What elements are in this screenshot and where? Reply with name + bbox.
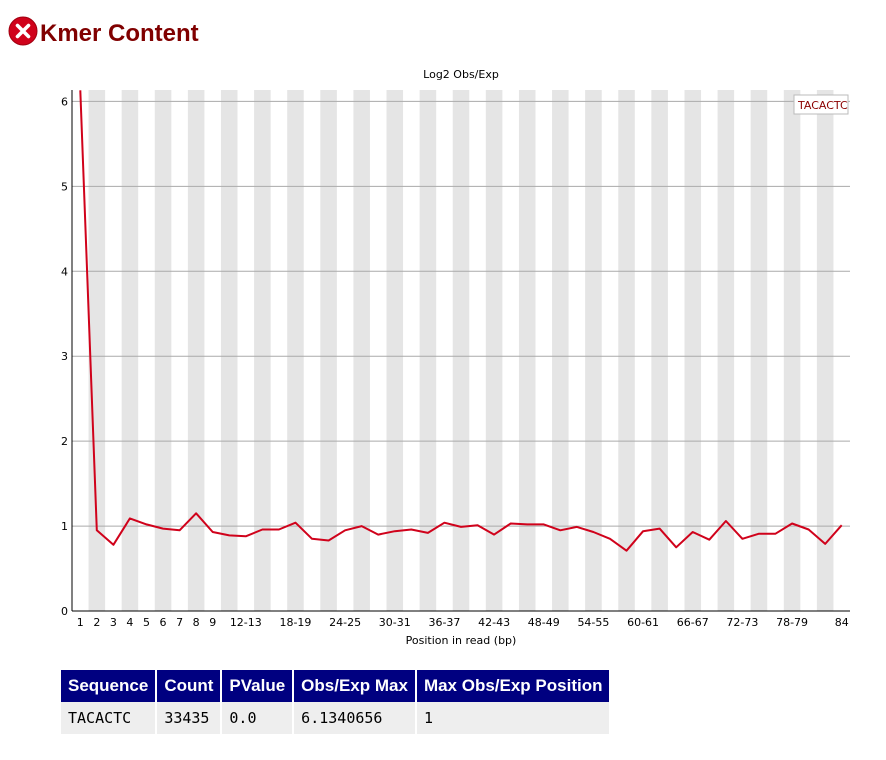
page-title: Kmer Content xyxy=(40,20,199,47)
x-axis-label: Position in read (bp) xyxy=(406,634,517,647)
column-header: Obs/Exp Max xyxy=(293,670,417,702)
x-tick-label: 9 xyxy=(209,616,216,629)
table-cell-pvalue: 0.0 xyxy=(221,702,295,734)
table-cell-count: 33435 xyxy=(156,702,223,734)
grid-band xyxy=(320,90,337,611)
x-tick-label: 6 xyxy=(160,616,167,629)
grid-band xyxy=(154,90,172,611)
grid-band xyxy=(353,90,370,611)
x-tick-labels: 1 2 3 4 5 6 7 8 9 12-13 18-19 24-25 30-31 36-37 42-43 4… xyxy=(77,616,849,629)
x-tick-label: 24-25 xyxy=(329,616,361,629)
column-header: Sequence xyxy=(61,670,158,702)
x-tick-label: 60-61 xyxy=(627,616,659,629)
y-tick-label: 0 xyxy=(61,605,68,618)
x-tick-label: 1 xyxy=(77,616,84,629)
y-tick-label: 2 xyxy=(61,435,68,448)
grid-band xyxy=(518,90,536,611)
legend-entry: TACACTC xyxy=(797,99,848,112)
x-tick-label: 54-55 xyxy=(577,616,609,629)
fail-icon xyxy=(8,16,38,46)
grid-band xyxy=(783,90,801,611)
grid-band xyxy=(220,90,238,611)
x-tick-label: 78-79 xyxy=(776,616,808,629)
y-tick-labels: 0 1 2 3 4 5 6 xyxy=(61,95,68,618)
table-header-row: Sequence Count PValue Obs/Exp Max Max Ob… xyxy=(61,670,612,702)
x-tick-label: 36-37 xyxy=(428,616,460,629)
chart-title: Log2 Obs/Exp xyxy=(423,68,499,81)
kmer-content-chart: 0123456 1 2 3 4 5 6 7 8 9 12-13 18-19 24-25 30-31 36-… xyxy=(61,68,850,647)
table-cell-sequence: TACACTC xyxy=(61,702,158,734)
grid-band xyxy=(121,90,139,611)
alternating-bands xyxy=(88,90,834,611)
x-tick-label: 72-73 xyxy=(726,616,758,629)
x-tick-label: 8 xyxy=(193,616,200,629)
table-row: TACACTC 33435 0.0 6.1340656 1 xyxy=(61,702,612,734)
table-cell-max-position: 1 xyxy=(415,702,612,734)
column-header: PValue xyxy=(221,670,295,702)
column-header: Max Obs/Exp Position xyxy=(415,670,612,702)
x-tick-label: 30-31 xyxy=(379,616,411,629)
grid-band xyxy=(485,90,503,611)
table-cell-obs-exp-max: 6.1340656 xyxy=(293,702,417,734)
x-tick-label: 4 xyxy=(126,616,133,629)
report-header: Kmer Content xyxy=(8,14,199,48)
column-header: Count xyxy=(156,670,223,702)
y-tick-label: 3 xyxy=(61,350,68,363)
legend: TACACTC xyxy=(793,94,849,115)
x-tick-label: 3 xyxy=(110,616,117,629)
y-tick-label: 1 xyxy=(61,520,68,533)
x-tick-label: 66-67 xyxy=(677,616,709,629)
x-tick-label: 2 xyxy=(93,616,100,629)
x-tick-label: 12-13 xyxy=(230,616,262,629)
grid-band xyxy=(717,90,735,611)
y-tick-label: 5 xyxy=(61,180,68,193)
x-tick-label: 84 xyxy=(835,616,849,629)
y-tick-label: 6 xyxy=(61,95,68,108)
x-tick-label: 48-49 xyxy=(528,616,560,629)
grid-band xyxy=(552,90,569,611)
x-tick-label: 18-19 xyxy=(279,616,311,629)
grid-band xyxy=(618,90,635,611)
grid-band xyxy=(287,90,304,611)
grid-band xyxy=(187,90,205,611)
x-tick-label: 7 xyxy=(176,616,183,629)
kmer-table: Sequence Count PValue Obs/Exp Max Max Ob… xyxy=(61,670,612,734)
grid-band xyxy=(452,90,470,611)
grid-band xyxy=(651,90,668,611)
y-tick-label: 4 xyxy=(61,265,68,278)
grid-band xyxy=(816,90,834,611)
x-tick-label: 5 xyxy=(143,616,150,629)
x-tick-label: 42-43 xyxy=(478,616,510,629)
